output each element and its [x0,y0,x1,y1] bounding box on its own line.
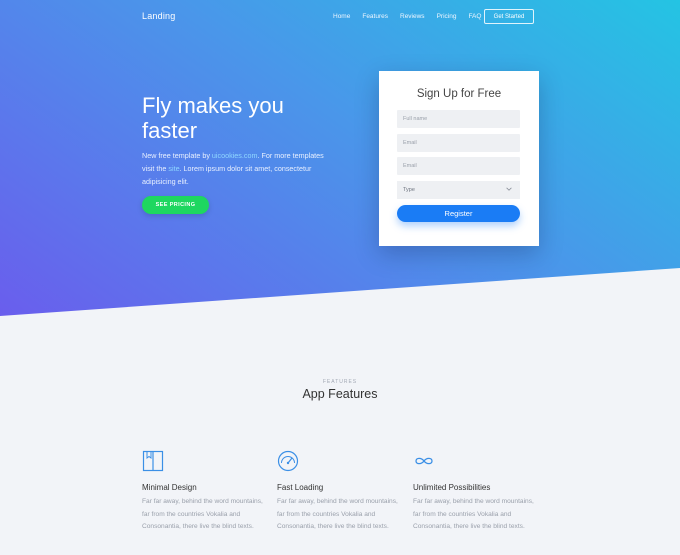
hero-description: New free template by uicookies.com. For … [142,149,337,188]
hero-title: Fly makes you faster [142,93,284,143]
register-button[interactable]: Register [397,205,520,222]
site-link[interactable]: site [168,164,179,173]
nav-link-home[interactable]: Home [333,13,350,20]
uicookies-link[interactable]: uicookies.com [212,151,258,160]
features-eyebrow: FEATURES [322,379,358,385]
nav-link-reviews[interactable]: Reviews [400,13,425,20]
email-confirm-input[interactable] [397,157,520,175]
nav-link-faq[interactable]: FAQ [468,13,481,20]
feature-description: Far far away, behind the word mountains,… [277,498,398,530]
hero-background [0,0,680,316]
nav-link-pricing[interactable]: Pricing [437,13,457,20]
speedometer-icon [277,450,299,472]
book-icon [142,450,164,472]
feature-name: Fast Loading [277,483,324,492]
brand-logo[interactable]: Landing [142,11,175,21]
features-title: App Features [302,387,378,401]
feature-minimal-design: Minimal Design Far far away, behind the … [142,450,272,534]
type-select[interactable]: Type [397,181,520,199]
type-select-value: Type [403,187,415,193]
feature-fast-loading: Fast Loading Far far away, behind the wo… [277,450,407,534]
feature-description: Far far away, behind the word mountains,… [413,498,534,530]
feature-description: Far far away, behind the word mountains,… [142,498,263,530]
chevron-down-icon [506,187,512,191]
infinity-icon [415,457,433,465]
main-nav: Home Features Reviews Pricing FAQ [333,13,481,20]
nav-link-features[interactable]: Features [362,13,388,20]
see-pricing-button[interactable]: SEE PRICING [142,196,209,214]
feature-unlimited-possibilities: Unlimited Possibilities Far far away, be… [413,450,543,534]
feature-name: Minimal Design [142,483,197,492]
get-started-button[interactable]: Get Started [484,9,534,24]
signup-title: Sign Up for Free [416,88,502,100]
feature-name: Unlimited Possibilities [413,483,491,492]
signup-card: Sign Up for Free Type Register [379,71,539,246]
email-input[interactable] [397,134,520,152]
hero-desc-text: New free template by [142,151,212,160]
full-name-input[interactable] [397,110,520,128]
